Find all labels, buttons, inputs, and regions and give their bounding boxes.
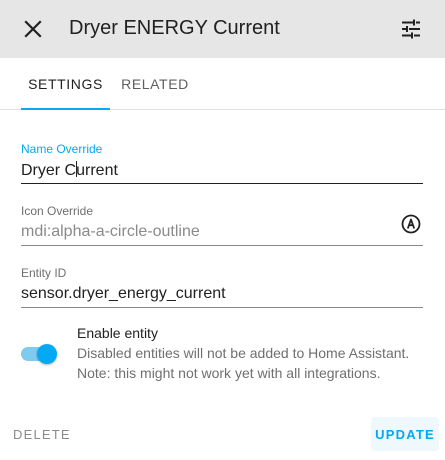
icon-override-input[interactable]: mdi:alpha-a-circle-outline bbox=[21, 223, 200, 241]
name-override-underline bbox=[21, 183, 423, 184]
icon-override-label: Icon Override bbox=[21, 204, 94, 218]
alpha-a-circle-outline-icon bbox=[401, 214, 421, 234]
tune-icon bbox=[402, 19, 420, 39]
entity-id-underline bbox=[21, 307, 423, 308]
dialog-title: Dryer ENERGY Current bbox=[69, 17, 280, 39]
tab-settings[interactable]: SETTINGS bbox=[21, 58, 110, 110]
name-override-label: Name Override bbox=[21, 142, 103, 156]
advanced-settings-button[interactable] bbox=[395, 13, 427, 45]
update-button[interactable]: UPDATE bbox=[371, 417, 439, 451]
close-button[interactable] bbox=[17, 13, 49, 45]
icon-override-field[interactable]: Icon Override mdi:alpha-a-circle-outline bbox=[21, 204, 423, 246]
entity-id-input[interactable]: sensor.dryer_energy_current bbox=[21, 285, 226, 303]
delete-button[interactable]: DELETE bbox=[5, 418, 79, 450]
entity-id-field[interactable]: Entity ID sensor.dryer_energy_current bbox=[21, 266, 423, 308]
name-override-input[interactable]: Dryer Current bbox=[21, 161, 118, 180]
entity-id-label: Entity ID bbox=[21, 266, 67, 280]
enable-entity-description-2: Note: this might not work yet with all i… bbox=[77, 365, 381, 381]
enable-entity-description-1: Disabled entities will not be added to H… bbox=[77, 345, 410, 361]
enable-entity-label: Enable entity bbox=[77, 325, 158, 341]
name-override-field[interactable]: Name Override Dryer Current bbox=[21, 142, 423, 184]
close-icon bbox=[24, 20, 42, 38]
enable-entity-toggle[interactable] bbox=[21, 344, 57, 364]
dialog-header: Dryer ENERGY Current bbox=[0, 0, 445, 58]
tab-bar: SETTINGS RELATED bbox=[0, 58, 445, 110]
icon-override-underline bbox=[21, 245, 423, 246]
tab-related[interactable]: RELATED bbox=[118, 58, 192, 109]
toggle-thumb bbox=[37, 344, 57, 364]
